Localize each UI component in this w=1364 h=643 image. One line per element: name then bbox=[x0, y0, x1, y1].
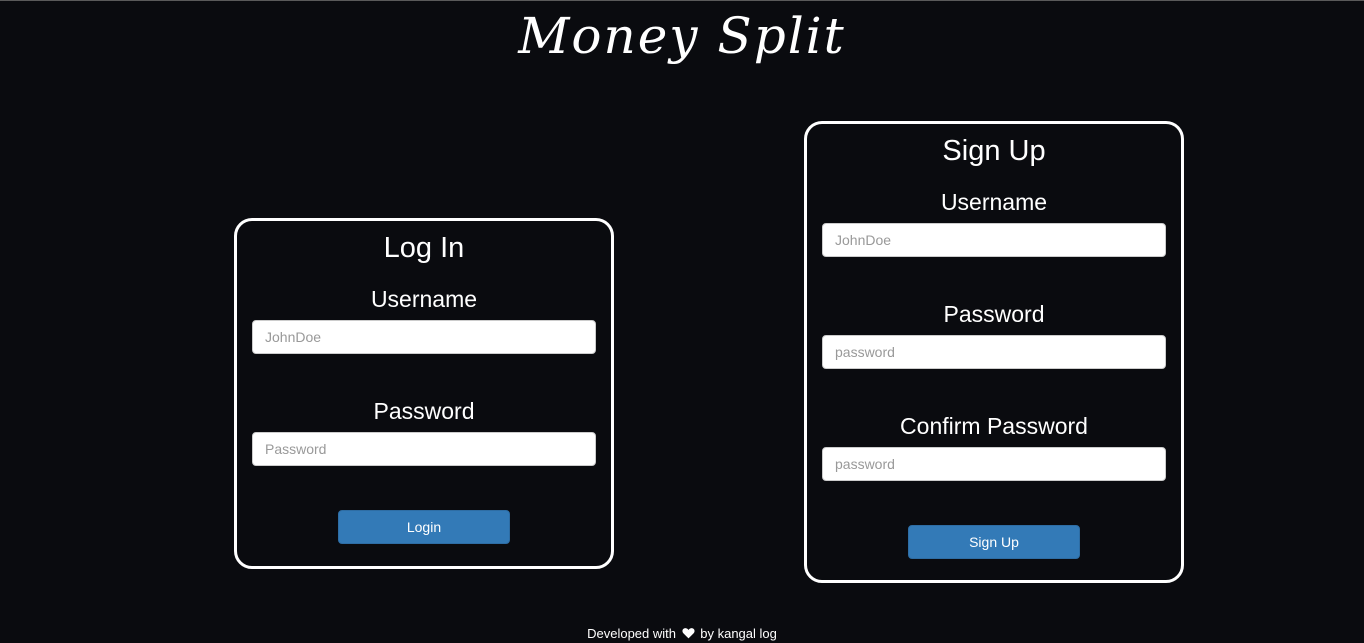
signup-form: Sign Up Username Password Confirm Passwo… bbox=[804, 121, 1184, 583]
signup-username-input[interactable] bbox=[822, 223, 1166, 257]
footer: Developed with by kangal log bbox=[0, 626, 1364, 643]
signup-button[interactable]: Sign Up bbox=[908, 525, 1080, 559]
footer-suffix: by kangal log bbox=[700, 626, 777, 641]
signup-confirm-password-input[interactable] bbox=[822, 447, 1166, 481]
signup-username-label: Username bbox=[940, 189, 1048, 215]
signup-password-label: Password bbox=[943, 301, 1045, 327]
login-heading: Log In bbox=[383, 232, 465, 264]
login-password-input[interactable] bbox=[252, 432, 596, 466]
login-username-label: Username bbox=[370, 286, 478, 312]
login-form: Log In Username Password Login bbox=[234, 218, 614, 569]
signup-confirm-password-label: Confirm Password bbox=[900, 413, 1088, 439]
login-button[interactable]: Login bbox=[338, 510, 510, 544]
login-password-label: Password bbox=[373, 398, 475, 424]
app-title: Money Split bbox=[518, 7, 846, 65]
signup-heading: Sign Up bbox=[942, 135, 1046, 167]
signup-password-input[interactable] bbox=[822, 335, 1166, 369]
footer-prefix: Developed with bbox=[587, 626, 676, 641]
login-username-input[interactable] bbox=[252, 320, 596, 354]
